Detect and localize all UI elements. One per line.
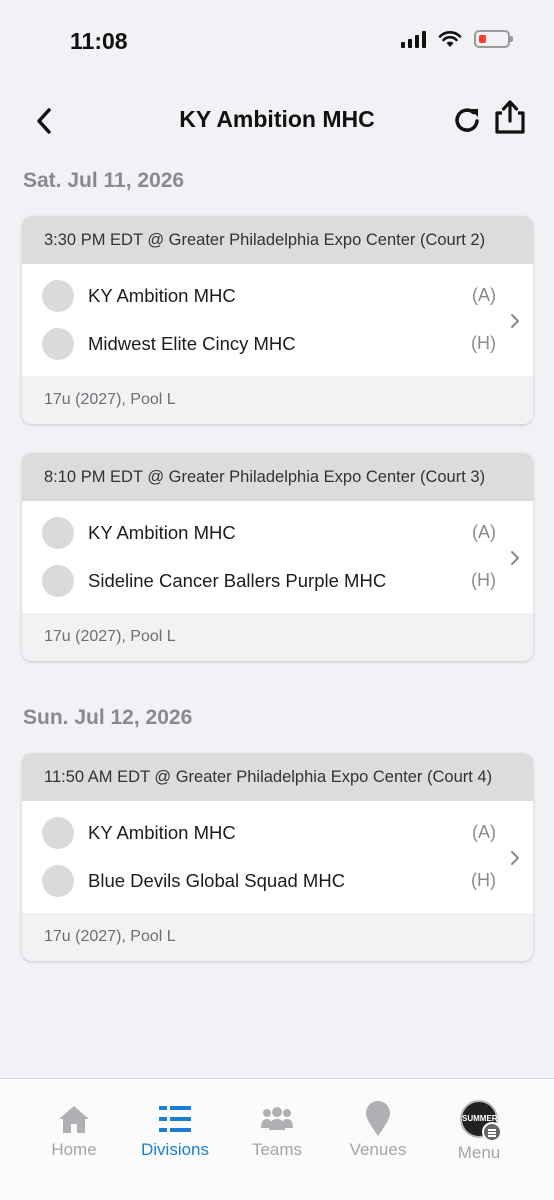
refresh-button[interactable]	[451, 102, 485, 136]
game-info: 8:10 PM EDT @ Greater Philadelphia Expo …	[22, 453, 533, 501]
chevron-right-icon	[511, 314, 519, 328]
team-side: (H)	[471, 570, 496, 590]
game-card[interactable]: 11:50 AM EDT @ Greater Philadelphia Expo…	[22, 753, 533, 961]
date-header: Sat. Jul 11, 2026	[23, 169, 185, 192]
cellular-signal-icon	[401, 30, 426, 48]
tab-label: Divisions	[140, 1140, 210, 1159]
team-side: (H)	[471, 333, 496, 353]
tab-menu[interactable]: SUMMER Menu	[429, 1100, 529, 1163]
team-side: (A)	[472, 522, 496, 542]
team-row: Midwest Elite Cincy MHC (H)	[22, 312, 533, 360]
division-pool: 17u (2027), Pool L	[22, 376, 533, 424]
status-bar: 11:08	[0, 0, 554, 80]
tab-home[interactable]: Home	[24, 1101, 124, 1160]
tab-label: Menu	[457, 1143, 501, 1162]
tab-label: Venues	[349, 1140, 407, 1159]
tab-teams[interactable]: Teams	[227, 1101, 327, 1160]
team-name: KY Ambition MHC	[88, 285, 236, 306]
team-name: KY Ambition MHC	[88, 822, 236, 843]
tab-label: Teams	[251, 1140, 303, 1159]
team-logo-placeholder	[42, 280, 74, 312]
game-info: 3:30 PM EDT @ Greater Philadelphia Expo …	[22, 216, 533, 264]
team-row: Sideline Cancer Ballers Purple MHC (H)	[22, 549, 533, 597]
refresh-icon	[455, 108, 479, 132]
team-logo-placeholder	[42, 517, 74, 549]
team-row: KY Ambition MHC (A)	[22, 501, 533, 549]
divisions-icon	[159, 1106, 191, 1132]
team-row: KY Ambition MHC (A)	[22, 801, 533, 849]
status-time: 11:08	[70, 28, 128, 54]
tab-divisions[interactable]: Divisions	[125, 1101, 225, 1160]
menu-avatar-icon: SUMMER	[460, 1100, 502, 1142]
tab-bar: Home Divisions Teams Venues SUMMER Menu	[0, 1078, 554, 1200]
share-button[interactable]	[493, 98, 527, 136]
nav-bar: KY Ambition MHC	[0, 96, 554, 146]
status-icons	[401, 30, 513, 48]
team-logo-placeholder	[42, 565, 74, 597]
team-side: (A)	[472, 822, 496, 842]
division-pool: 17u (2027), Pool L	[22, 913, 533, 961]
team-row: KY Ambition MHC (A)	[22, 264, 533, 312]
game-info: 11:50 AM EDT @ Greater Philadelphia Expo…	[22, 753, 533, 801]
date-header: Sun. Jul 12, 2026	[23, 706, 193, 729]
chevron-right-icon	[511, 851, 519, 865]
team-logo-placeholder	[42, 817, 74, 849]
team-name: Sideline Cancer Ballers Purple MHC	[88, 570, 387, 591]
team-side: (A)	[472, 285, 496, 305]
tab-label: Home	[51, 1140, 97, 1159]
game-card[interactable]: 8:10 PM EDT @ Greater Philadelphia Expo …	[22, 453, 533, 661]
home-icon	[59, 1106, 89, 1133]
team-name: KY Ambition MHC	[88, 522, 236, 543]
wifi-icon	[438, 31, 462, 47]
team-logo-placeholder	[42, 865, 74, 897]
location-pin-icon	[366, 1101, 390, 1136]
team-name: Midwest Elite Cincy MHC	[88, 333, 296, 354]
game-card[interactable]: 3:30 PM EDT @ Greater Philadelphia Expo …	[22, 216, 533, 424]
tab-venues[interactable]: Venues	[328, 1101, 428, 1160]
team-logo-placeholder	[42, 328, 74, 360]
team-side: (H)	[471, 870, 496, 890]
menu-icon	[482, 1122, 502, 1142]
teams-icon	[261, 1107, 293, 1130]
team-name: Blue Devils Global Squad MHC	[88, 870, 346, 891]
team-row: Blue Devils Global Squad MHC (H)	[22, 849, 533, 897]
battery-icon	[474, 30, 513, 48]
chevron-right-icon	[511, 551, 519, 565]
division-pool: 17u (2027), Pool L	[22, 613, 533, 661]
share-icon	[495, 100, 525, 134]
